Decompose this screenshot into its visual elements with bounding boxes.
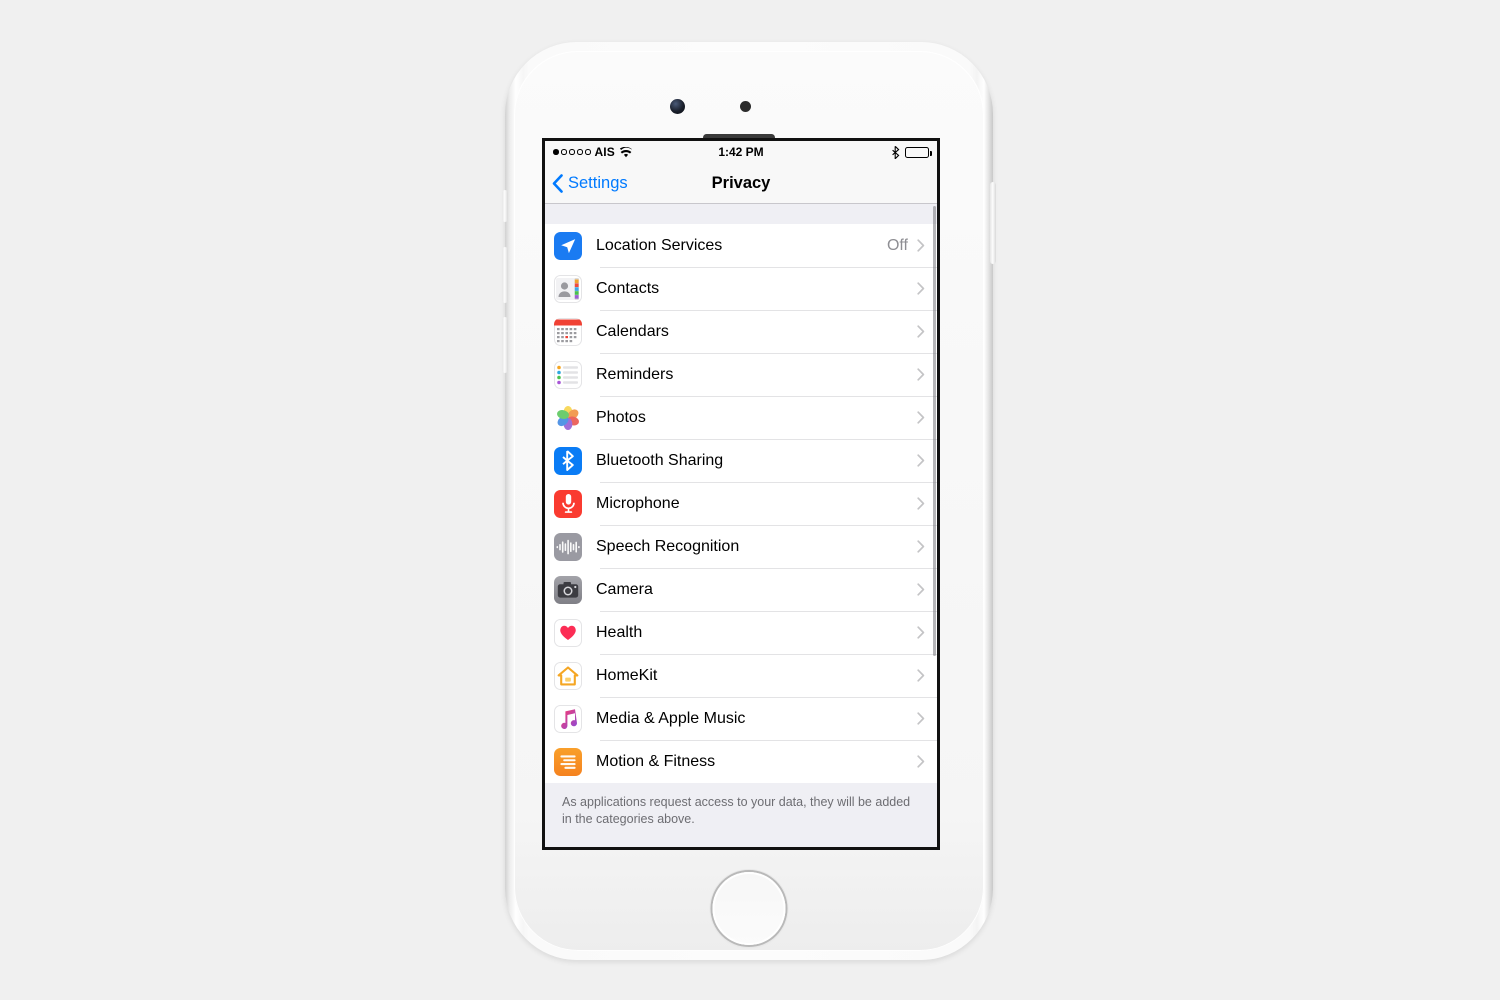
privacy-list: Location Services Off Contacts Calendars Rem… [545, 224, 937, 783]
battery-icon [905, 146, 932, 158]
list-item-label: Health [596, 623, 643, 641]
list-item-value: Off [886, 236, 908, 254]
chevron-right-icon [917, 497, 925, 510]
bluetooth-sharing-icon [554, 446, 582, 475]
footer-note: As applications request access to your d… [545, 783, 937, 847]
chevron-right-icon [917, 368, 925, 381]
screen-bezel: AIS 1:42 PM Settings Privacy Location Se… [542, 138, 940, 850]
list-item[interactable]: Microphone [545, 482, 937, 525]
list-item[interactable]: Speech Recognition [545, 525, 937, 568]
chevron-right-icon [917, 626, 925, 639]
speech-recognition-icon [554, 532, 582, 561]
list-item-label: Bluetooth Sharing [596, 451, 724, 469]
camera-icon [554, 575, 582, 604]
list-item[interactable]: Calendars [545, 310, 937, 353]
chevron-right-icon [917, 325, 925, 338]
chevron-right-icon [917, 755, 925, 768]
proximity-sensor-icon [740, 101, 751, 112]
list-item-label: Camera [596, 580, 653, 598]
motion-fitness-icon [554, 747, 582, 776]
scrollbar[interactable] [933, 206, 936, 656]
list-item[interactable]: HomeKit [545, 654, 937, 697]
media-apple-music-icon [554, 704, 582, 733]
list-item-label: Motion & Fitness [596, 752, 716, 770]
bluetooth-icon [892, 145, 900, 159]
location-services-icon [554, 231, 582, 260]
list-item[interactable]: Health [545, 611, 937, 654]
cellular-signal-icon [553, 149, 591, 155]
volume-down-button[interactable] [502, 317, 508, 373]
list-item-label: Speech Recognition [596, 537, 740, 555]
list-item[interactable]: Contacts [545, 267, 937, 310]
homekit-icon [554, 661, 582, 690]
status-bar-right [892, 145, 932, 159]
contacts-icon [554, 274, 582, 303]
silent-switch[interactable] [502, 190, 508, 222]
page-title: Privacy [711, 173, 771, 192]
list-item[interactable]: Bluetooth Sharing [545, 439, 937, 482]
list-item-label: Reminders [596, 365, 674, 383]
reminders-icon [554, 360, 582, 389]
front-camera-icon [670, 99, 685, 114]
chevron-right-icon [917, 712, 925, 725]
settings-list-area[interactable]: Location Services Off Contacts Calendars Rem… [545, 204, 937, 847]
chevron-right-icon [917, 239, 925, 252]
chevron-right-icon [917, 282, 925, 295]
list-item[interactable]: Location Services Off [545, 224, 937, 267]
iphone-device: AIS 1:42 PM Settings Privacy Location Se… [502, 42, 996, 960]
photos-icon [554, 403, 582, 432]
list-item-label: HomeKit [596, 666, 658, 684]
list-item[interactable]: Photos [545, 396, 937, 439]
navigation-bar: Settings Privacy [545, 163, 937, 204]
health-icon [554, 618, 582, 647]
home-button[interactable] [712, 872, 786, 945]
list-item-label: Contacts [596, 279, 660, 297]
chevron-right-icon [917, 454, 925, 467]
phone-screen: AIS 1:42 PM Settings Privacy Location Se… [545, 141, 937, 847]
chevron-right-icon [917, 540, 925, 553]
chevron-right-icon [917, 669, 925, 682]
microphone-icon [554, 489, 582, 518]
calendars-icon [554, 317, 582, 346]
list-item[interactable]: Media & Apple Music [545, 697, 937, 740]
volume-up-button[interactable] [502, 247, 508, 303]
list-item-label: Photos [596, 408, 646, 426]
list-item[interactable]: Camera [545, 568, 937, 611]
list-item-label: Media & Apple Music [596, 709, 746, 727]
status-bar: AIS 1:42 PM [545, 141, 937, 163]
power-button[interactable] [990, 182, 996, 264]
carrier-label: AIS [594, 145, 615, 159]
list-item-label: Calendars [596, 322, 669, 340]
list-item-label: Location Services [596, 236, 723, 254]
list-item[interactable]: Motion & Fitness [545, 740, 937, 783]
chevron-right-icon [917, 411, 925, 424]
list-group-spacer [545, 204, 937, 224]
list-item-label: Microphone [596, 494, 680, 512]
status-bar-left: AIS [553, 145, 633, 159]
list-item[interactable]: Reminders [545, 353, 937, 396]
wifi-icon [619, 146, 633, 158]
chevron-right-icon [917, 583, 925, 596]
